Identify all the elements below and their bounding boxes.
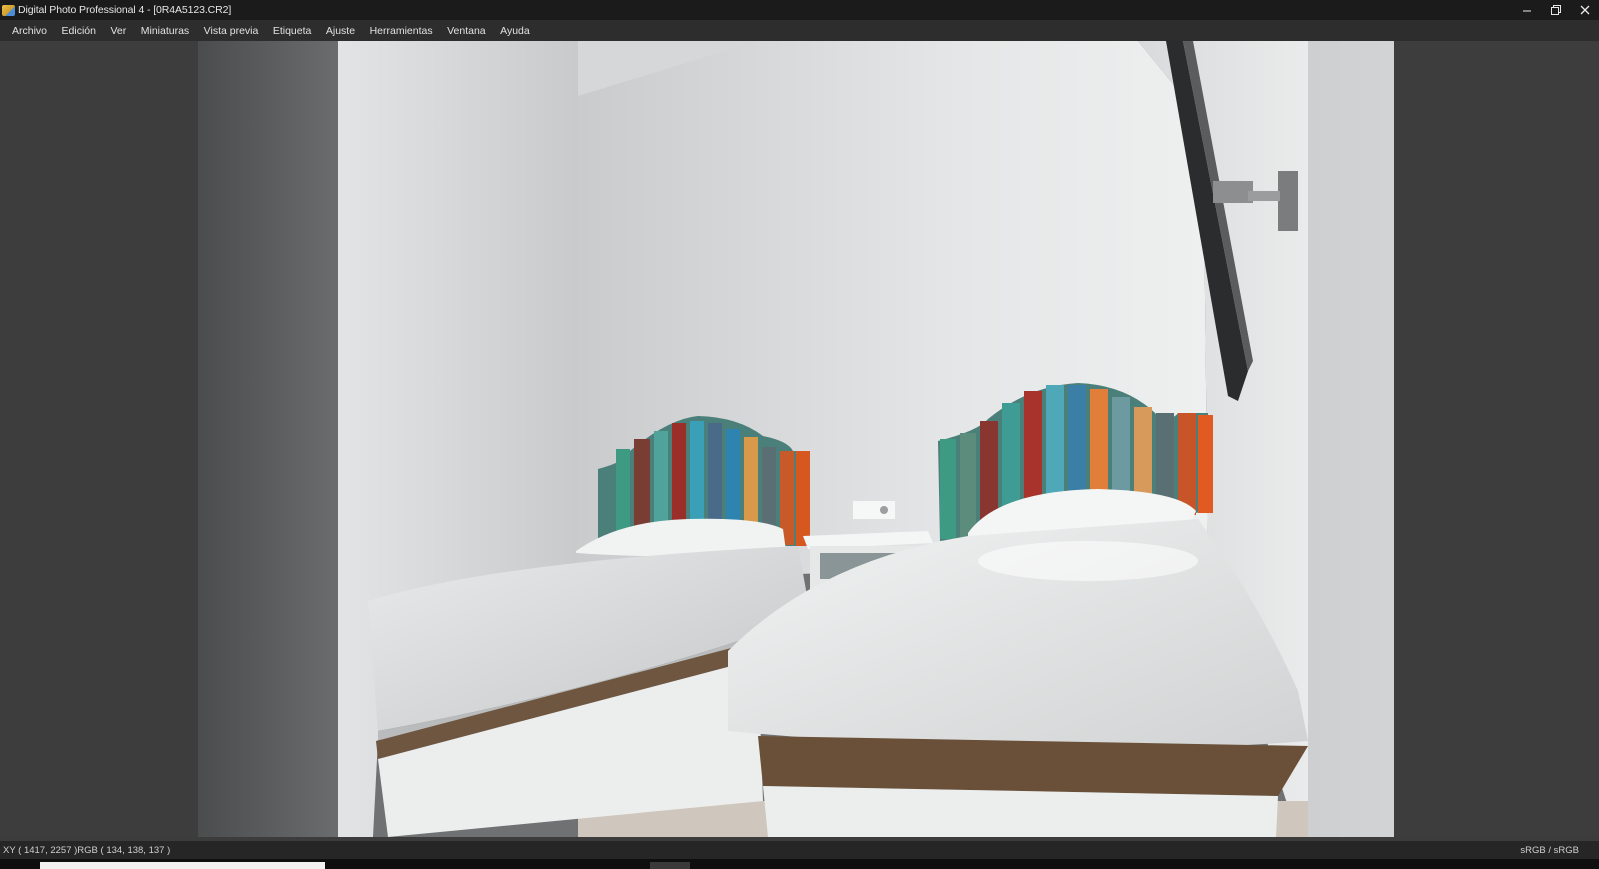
menu-miniaturas[interactable]: Miniaturas [141,25,189,37]
menu-ver[interactable]: Ver [110,25,126,37]
close-button[interactable] [1570,0,1599,20]
bedroom-photo [198,41,1394,837]
minimize-button[interactable] [1512,0,1541,20]
taskbar [0,859,1599,869]
menu-archivo[interactable]: Archivo [12,25,47,37]
restore-icon [1550,5,1561,15]
color-space-label: sRGB / sRGB [1520,844,1579,856]
cursor-readout: XY ( 1417, 2257 )RGB ( 134, 138, 137 ) [3,844,171,856]
restore-button[interactable] [1541,0,1570,20]
close-icon [1580,5,1589,15]
menu-vista-previa[interactable]: Vista previa [204,25,259,37]
menu-ventana[interactable]: Ventana [447,25,486,37]
taskbar-search-box[interactable] [40,862,325,869]
title-bar: Digital Photo Professional 4 - [0R4A5123… [0,0,1599,20]
preview-photo[interactable] [198,41,1394,837]
menu-ayuda[interactable]: Ayuda [500,25,530,37]
status-bar: XY ( 1417, 2257 )RGB ( 134, 138, 137 ) s… [0,841,1599,859]
menu-edicion[interactable]: Edición [62,25,96,37]
window-title: Digital Photo Professional 4 - [0R4A5123… [18,4,232,16]
taskbar-app-button[interactable] [650,862,690,869]
app-icon [2,4,15,16]
menu-bar: Archivo Edición Ver Miniaturas Vista pre… [0,20,1599,41]
minimize-icon [1522,10,1531,12]
menu-herramientas[interactable]: Herramientas [370,25,433,37]
preview-area[interactable] [0,41,1599,837]
menu-ajuste[interactable]: Ajuste [326,25,355,37]
menu-etiqueta[interactable]: Etiqueta [273,25,312,37]
window-controls [1512,0,1599,20]
